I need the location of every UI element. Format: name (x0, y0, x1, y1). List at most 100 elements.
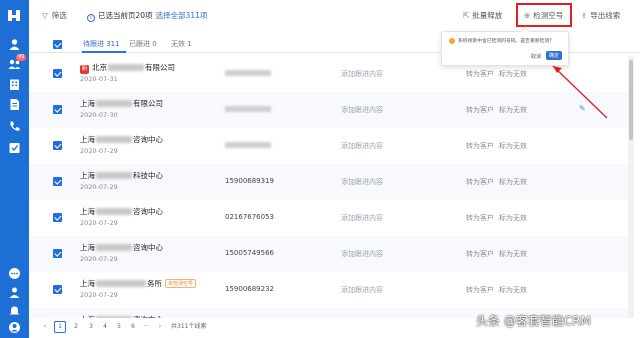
status-badge: 未检测空号 (165, 279, 197, 288)
export-leads-button[interactable]: ⇪ 导出线索 (581, 10, 620, 21)
table-row[interactable]: 上海 咨询中心 2020-07-29 02167676053 添加跟进内容 转为客… (29, 200, 628, 236)
mark-invalid-link[interactable]: 标为无效 (499, 177, 527, 187)
filter-button[interactable]: ▽ 筛选 (42, 10, 67, 21)
document-icon[interactable] (8, 98, 21, 111)
detect-highlight-box (516, 3, 572, 27)
convert-to-customer-link[interactable]: 转为客户 (466, 105, 494, 115)
tab-followed[interactable]: 已跟进 0 (129, 39, 157, 49)
sidebar: 99 (0, 0, 29, 338)
filter-label: 筛选 (51, 11, 67, 20)
page-button[interactable]: 5 (113, 321, 125, 333)
selection-info: i 已选当前页20项 选择全部311项 (87, 10, 207, 22)
add-followup-link[interactable]: 添加跟进内容 (341, 213, 383, 223)
checklist-icon[interactable] (8, 141, 21, 154)
redacted-text (108, 64, 144, 71)
row-checkbox[interactable] (53, 69, 62, 78)
row-checkbox[interactable] (53, 213, 62, 222)
popover-confirm-button[interactable]: 确定 (546, 51, 563, 60)
row-date: 2020-07-31 (80, 75, 118, 83)
export-label: 导出线索 (590, 11, 621, 20)
profile-icon[interactable] (8, 321, 21, 334)
convert-to-customer-link[interactable]: 转为客户 (466, 213, 494, 223)
row-phone[interactable]: 15900689319 (225, 177, 274, 185)
row-checkbox[interactable] (53, 249, 62, 258)
add-followup-link[interactable]: 添加跟进内容 (341, 285, 383, 295)
page-ellipsis[interactable]: ··· (140, 321, 152, 333)
redacted-text (96, 244, 132, 251)
page-button[interactable]: 4 (99, 321, 111, 333)
mark-invalid-link[interactable]: 标为无效 (499, 69, 527, 79)
new-tag: 新 (80, 65, 89, 74)
convert-to-customer-link[interactable]: 转为客户 (466, 285, 494, 295)
mark-invalid-link[interactable]: 标为无效 (499, 285, 527, 295)
tab-pending[interactable]: 待跟进 311 (83, 39, 120, 49)
batch-release-button[interactable]: ⇱ 批量释放 (463, 10, 502, 21)
popover-cancel-button[interactable]: 取消 (531, 53, 541, 60)
filter-icon: ▽ (42, 11, 48, 20)
row-date: 2020-07-29 (80, 291, 118, 299)
phone-icon[interactable] (8, 120, 21, 133)
row-date: 2020-07-29 (80, 183, 118, 191)
select-all-checkbox[interactable] (53, 40, 62, 49)
company-name[interactable]: 上海咨询中心 (80, 134, 163, 145)
table-row[interactable]: 上海 有限公司 2020-07-30 添加跟进内容 转为客户 标为无效 ✎ (29, 92, 628, 128)
row-date: 2020-07-29 (80, 147, 118, 155)
building-icon[interactable] (8, 78, 21, 91)
row-phone[interactable]: 15005749566 (225, 249, 274, 257)
add-followup-link[interactable]: 添加跟进内容 (341, 141, 383, 151)
row-checkbox[interactable] (53, 141, 62, 150)
table-row[interactable]: 上海 咨询中心 2020-07-29 15005749566 添加跟进内容 转为客… (29, 236, 628, 272)
company-name[interactable]: 上海 有限公司 (80, 98, 163, 109)
watermark: 头条 @客套智能CRM (476, 314, 591, 328)
company-name[interactable]: 上海 务所 未检测空号 (80, 278, 197, 289)
convert-to-customer-link[interactable]: 转为客户 (466, 249, 494, 259)
row-checkbox[interactable] (53, 285, 62, 294)
page-button[interactable]: 6 (127, 321, 139, 333)
next-page-button[interactable]: › (154, 321, 166, 333)
redacted-text (96, 100, 132, 107)
add-followup-link[interactable]: 添加跟进内容 (341, 69, 383, 79)
total-count: 共311个线索 (171, 323, 207, 330)
row-phone[interactable]: 02167676053 (225, 213, 274, 221)
company-name[interactable]: 新北京 有限公司 (80, 62, 175, 74)
add-followup-link[interactable]: 添加跟进内容 (341, 249, 383, 259)
row-date: 2020-07-29 (80, 255, 118, 263)
logo-icon[interactable] (5, 6, 24, 25)
scrollbar-thumb[interactable] (629, 60, 633, 140)
user-icon[interactable] (8, 38, 21, 51)
row-date: 2020-07-29 (80, 219, 118, 227)
mark-invalid-link[interactable]: 标为无效 (499, 249, 527, 259)
tab-invalid[interactable]: 无效 1 (171, 39, 192, 49)
select-all-link[interactable]: 选择全部311项 (156, 11, 208, 20)
page-button[interactable]: 3 (85, 321, 97, 333)
page-button[interactable]: 1 (54, 321, 66, 333)
company-name[interactable]: 上海咨询中心 (80, 242, 163, 253)
notice-icon[interactable] (8, 304, 21, 317)
prev-page-button[interactable]: ‹ (39, 321, 51, 333)
new-badge: 99 (16, 54, 27, 61)
chat-icon[interactable] (8, 267, 21, 280)
company-name[interactable]: 上海咨询中心 (80, 206, 163, 217)
row-checkbox[interactable] (53, 105, 62, 114)
table-row[interactable]: 上海 务所 未检测空号 2020-07-29 15900689232 添加跟进内容 … (29, 272, 628, 308)
crm-app: 99 ▽ 筛选 i 已选当前页20项 选择全部311项 ⇱ 批量释放 ⊕ 检测空… (0, 0, 640, 338)
warning-icon (449, 38, 455, 44)
mark-invalid-link[interactable]: 标为无效 (499, 213, 527, 223)
convert-to-customer-link[interactable]: 转为客户 (466, 177, 494, 187)
table-row[interactable]: 上海 咨询中心 2020-07-29 添加跟进内容 转为客户 标为无效 (29, 128, 628, 164)
popover-message: 系统线索中含已检测的号码，是否重新检测? (458, 39, 552, 44)
convert-to-customer-link[interactable]: 转为客户 (466, 69, 494, 79)
page-button[interactable]: 2 (70, 321, 82, 333)
add-followup-link[interactable]: 添加跟进内容 (341, 177, 383, 187)
convert-to-customer-link[interactable]: 转为客户 (466, 141, 494, 151)
row-checkbox[interactable] (53, 177, 62, 186)
company-name[interactable]: 上海 科技中心 (80, 170, 163, 181)
row-date: 2020-07-30 (80, 111, 118, 119)
contact-icon[interactable] (8, 286, 21, 299)
mark-invalid-link[interactable]: 标为无效 (499, 105, 527, 115)
add-followup-link[interactable]: 添加跟进内容 (341, 105, 383, 115)
row-phone[interactable]: 15900689232 (225, 285, 274, 293)
table-row[interactable]: 上海 科技中心 2020-07-29 15900689319 添加跟进内容 转为客… (29, 164, 628, 200)
mark-invalid-link[interactable]: 标为无效 (499, 141, 527, 151)
edit-icon[interactable]: ✎ (579, 104, 586, 113)
